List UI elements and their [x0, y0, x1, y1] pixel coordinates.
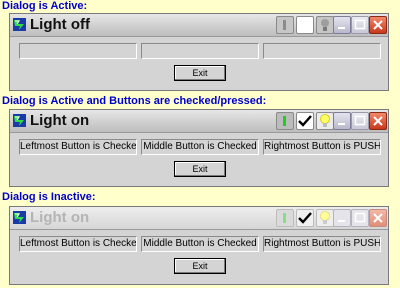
minimize-icon	[338, 123, 345, 125]
dialog-window-active: Light off Exit	[9, 13, 389, 91]
minimize-button[interactable]	[333, 16, 351, 34]
toggle-icon	[283, 116, 286, 126]
status-field-right: Rightmost Button is PUSHED	[263, 139, 381, 155]
bulb-button[interactable]	[316, 16, 334, 34]
status-fields: Leftmost Button is Checked Middle Button…	[19, 139, 381, 155]
status-field-left: Leftmost Button is Checked	[19, 139, 137, 155]
maximize-button[interactable]	[351, 112, 369, 130]
close-button[interactable]	[369, 209, 387, 227]
window-title: Light off	[30, 16, 90, 33]
title-bar[interactable]: Light off	[10, 14, 388, 37]
maximize-icon	[354, 19, 366, 30]
bulb-button[interactable]	[316, 112, 334, 130]
maximize-button[interactable]	[351, 16, 369, 34]
check-icon	[298, 115, 312, 127]
bulb-icon	[320, 114, 330, 127]
check-button[interactable]	[296, 112, 314, 130]
check-button[interactable]	[296, 209, 314, 227]
caption-active-checked: Dialog is Active and Buttons are checked…	[2, 95, 267, 107]
exit-button[interactable]: Exit	[174, 65, 226, 81]
bulb-icon	[320, 211, 330, 224]
app-icon	[13, 114, 26, 127]
minimize-icon	[338, 27, 345, 29]
close-icon	[373, 213, 383, 223]
minimize-button[interactable]	[333, 209, 351, 227]
maximize-button[interactable]	[351, 209, 369, 227]
exit-button[interactable]: Exit	[174, 258, 226, 274]
status-field-right: Rightmost Button is PUSHED	[263, 236, 381, 252]
dialog-window-inactive: Light on Leftmost Button is Checked Midd…	[9, 206, 389, 285]
status-field-middle	[141, 43, 259, 59]
window-title: Light on	[30, 209, 90, 226]
toggle-button[interactable]	[276, 112, 294, 130]
app-icon	[13, 211, 26, 224]
toggle-button[interactable]	[276, 16, 294, 34]
close-icon	[373, 116, 383, 126]
window-title: Light on	[30, 112, 90, 129]
minimize-icon	[338, 220, 345, 222]
status-field-left	[19, 43, 137, 59]
check-button[interactable]	[296, 16, 314, 34]
close-button[interactable]	[369, 112, 387, 130]
maximize-icon	[354, 212, 366, 223]
bulb-button[interactable]	[316, 209, 334, 227]
close-icon	[373, 20, 383, 30]
toggle-icon	[283, 20, 286, 30]
status-fields	[19, 43, 381, 59]
bulb-icon	[321, 19, 329, 31]
status-field-middle: Middle Button is Checked	[141, 236, 259, 252]
status-field-left: Leftmost Button is Checked	[19, 236, 137, 252]
minimize-button[interactable]	[333, 112, 351, 130]
close-button[interactable]	[369, 16, 387, 34]
toggle-icon	[283, 213, 286, 223]
check-icon	[298, 212, 312, 224]
status-field-right	[263, 43, 381, 59]
maximize-icon	[354, 115, 366, 126]
dialog-window-active-checked: Light on Leftmost Button is Checked Midd…	[9, 109, 389, 187]
title-bar[interactable]: Light on	[10, 110, 388, 133]
app-icon	[13, 18, 26, 31]
title-bar[interactable]: Light on	[10, 207, 388, 230]
caption-active: Dialog is Active:	[2, 0, 88, 12]
exit-button[interactable]: Exit	[174, 161, 226, 177]
status-fields: Leftmost Button is Checked Middle Button…	[19, 236, 381, 252]
caption-inactive: Dialog is Inactive:	[2, 191, 96, 203]
status-field-middle: Middle Button is Checked	[141, 139, 259, 155]
toggle-button[interactable]	[276, 209, 294, 227]
